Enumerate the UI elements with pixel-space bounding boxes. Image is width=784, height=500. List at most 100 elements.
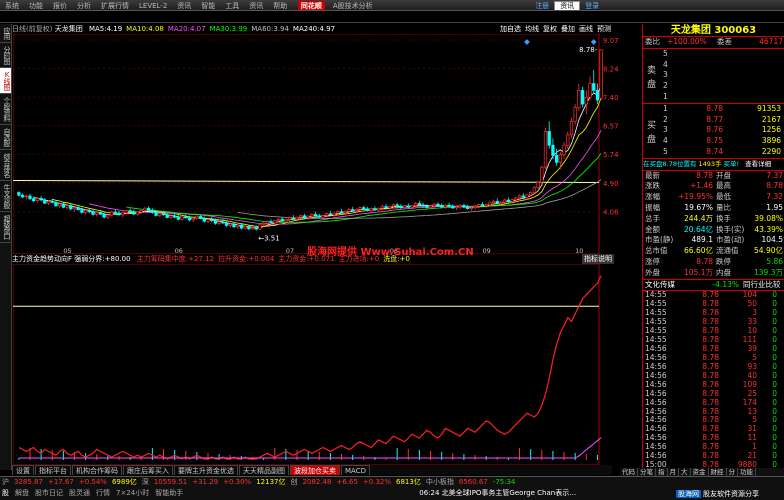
- order-book-row[interactable]: 5 8.74 2290: [643, 147, 784, 158]
- order-volume: [723, 49, 781, 60]
- left-tab[interactable]: 牛叉诊股: [0, 181, 11, 212]
- order-level: 5: [663, 146, 668, 156]
- quote-panel-tab[interactable]: 代码: [620, 468, 638, 476]
- left-tab[interactable]: 综合排名: [0, 150, 11, 181]
- indicator-tab[interactable]: 指标平台: [35, 465, 71, 475]
- indicator-tab[interactable]: 要牌主升资金优选: [174, 465, 238, 475]
- login-link[interactable]: 登录: [580, 1, 604, 10]
- candle: [473, 204, 477, 210]
- indicator-tab[interactable]: 波段加仓买卖: [290, 465, 340, 475]
- quote-panel-tab[interactable]: 分笔: [638, 468, 656, 476]
- menu-item[interactable]: 资讯: [172, 1, 196, 10]
- status-link[interactable]: 解盘: [15, 489, 29, 497]
- notice-detail-link[interactable]: 查看详细: [745, 159, 771, 170]
- chart-tool-button[interactable]: 叠加: [561, 25, 575, 33]
- quote-panel-tab[interactable]: 指: [656, 468, 668, 476]
- indicator-part-label: 主力进场:: [338, 255, 369, 263]
- order-book-row[interactable]: 3 8.76 1256: [643, 125, 784, 136]
- index-ticker-item: +0.30%: [223, 478, 252, 486]
- status-link[interactable]: 股市日记: [35, 489, 63, 497]
- indicator-tab[interactable]: MACD: [341, 465, 370, 475]
- order-book-row[interactable]: 3: [643, 70, 784, 81]
- quote-stat-row: 涨跌 +1.46 最高 8.78: [643, 181, 784, 192]
- left-tab[interactable]: 分时图: [0, 43, 11, 68]
- quote-stat-label: 开盘: [716, 170, 731, 180]
- menu-item[interactable]: 报价: [48, 1, 72, 10]
- search-box[interactable]: 资讯: [554, 1, 581, 10]
- quote-stat-label: 换手: [716, 213, 731, 223]
- menu-item[interactable]: 资讯: [244, 1, 268, 10]
- candle: [147, 206, 151, 212]
- ma-value: 4.07: [189, 25, 206, 33]
- ma-line-20: [89, 130, 602, 225]
- menu-item[interactable]: 分析: [72, 1, 96, 10]
- left-tab[interactable]: K线图: [0, 68, 11, 94]
- menu-item[interactable]: 扩展行情: [96, 1, 134, 10]
- menu-bar: 系统 功能 报价 分析 扩展行情 LEVEL-2 资讯 智能 工具 资讯 帮助 同花顺 A股技术分析 …: [0, 0, 784, 11]
- limit-up-notice[interactable]: 在买盘8.78位置有 1493手 买单! 查看详细: [643, 159, 784, 170]
- order-book-row[interactable]: 2 8.77 2167: [643, 115, 784, 126]
- status-link[interactable]: 7×24小时: [116, 489, 149, 497]
- quote-panel-tab[interactable]: 功能: [738, 468, 756, 476]
- menu-item[interactable]: 智能: [196, 1, 220, 10]
- candle: [421, 202, 425, 208]
- status-link[interactable]: 行情: [96, 489, 110, 497]
- menu-item[interactable]: LEVEL-2: [134, 1, 172, 10]
- menu-item[interactable]: 工具: [220, 1, 244, 10]
- order-book-row[interactable]: 5: [643, 49, 784, 60]
- low-label: ←3.51: [258, 235, 279, 243]
- left-tab[interactable]: 超级盘口: [0, 212, 11, 243]
- quote-panel-tab[interactable]: 月: [667, 468, 679, 476]
- menu-item[interactable]: 系统: [0, 1, 24, 10]
- candle: [447, 202, 451, 208]
- menu-item[interactable]: 帮助: [268, 1, 292, 10]
- y-tick-label: 5.74: [603, 151, 619, 159]
- indicator-chart[interactable]: [13, 264, 641, 465]
- quote-stat-label: 外盘: [645, 267, 660, 277]
- quote-stat-value: 489.1: [691, 235, 713, 245]
- tick-list[interactable]: 14:55 8.78 104 0 14:55 8.78 50 0 14:55 8.78 3 0 14:5…: [643, 290, 784, 488]
- quote-stat-value: 43.39%: [754, 224, 783, 234]
- index-ticker-item: 中小板指: [425, 478, 454, 486]
- chart-tool-button[interactable]: 加自选: [500, 25, 521, 33]
- left-tab[interactable]: 应用: [0, 24, 11, 43]
- indicator-name[interactable]: 主力资金趋势动向F: [12, 255, 72, 263]
- order-price: 8.78: [706, 103, 723, 113]
- order-book-row[interactable]: 1: [643, 92, 784, 103]
- chart-tool-button[interactable]: 均线: [525, 25, 539, 33]
- sector-row[interactable]: 文化传媒 -4.13% 同行业比较: [643, 280, 784, 291]
- left-tab[interactable]: 自选股: [0, 125, 11, 150]
- candle: [176, 215, 180, 221]
- indicator-tab[interactable]: 设置: [12, 465, 34, 475]
- news-ticker[interactable]: 06:24 北美全球IPO事务主管George Chan表示…: [419, 489, 576, 497]
- status-link[interactable]: 股灵通: [69, 489, 90, 497]
- quote-panel-tab[interactable]: 财经: [708, 468, 727, 476]
- indicator-part: 洗盘:+0: [383, 255, 410, 263]
- left-tab[interactable]: 个股资料: [0, 94, 11, 125]
- order-book-row[interactable]: 4 8.75 3896: [643, 136, 784, 147]
- indicator-help-button[interactable]: 指标说明: [582, 254, 614, 264]
- status-link[interactable]: 智能助手: [155, 489, 183, 497]
- indicator-part-value: +0: [368, 255, 380, 263]
- order-book-row[interactable]: 4: [643, 60, 784, 71]
- chart-tool-button[interactable]: 画线: [579, 25, 593, 33]
- candle: [503, 198, 507, 204]
- menu-item[interactable]: 功能: [24, 1, 48, 10]
- sell-book: 5 4321 卖盘: [643, 49, 784, 103]
- quote-panel-tab[interactable]: 资金: [690, 468, 709, 476]
- register-link[interactable]: 注册: [530, 1, 554, 10]
- chart-tool-button[interactable]: 预测: [597, 25, 611, 33]
- order-book-row[interactable]: 1 8.78 91353: [643, 104, 784, 115]
- sector-compare-link[interactable]: 同行业比较: [743, 280, 781, 291]
- quote-stat-value: 1.95: [766, 202, 783, 212]
- indicator-tab[interactable]: 跟庄后筹买入: [123, 465, 173, 475]
- quote-panel-tab[interactable]: 大: [679, 468, 691, 476]
- indicator-tab[interactable]: 天天精品副图: [239, 465, 289, 475]
- indicator-part-label: 主力筹码集中度:: [136, 255, 189, 263]
- kline-chart[interactable]: 9.07 8.24 7.40 6.57 5.74 4.90 4.06 8.78- ←3.51 05…: [13, 34, 641, 254]
- quote-panel-tab[interactable]: 分: [726, 468, 738, 476]
- indicator-tab[interactable]: 机构合作筹码: [72, 465, 122, 475]
- chart-tool-button[interactable]: 复权: [543, 25, 557, 33]
- order-book-row[interactable]: 2: [643, 81, 784, 92]
- status-link[interactable]: 股: [2, 489, 9, 497]
